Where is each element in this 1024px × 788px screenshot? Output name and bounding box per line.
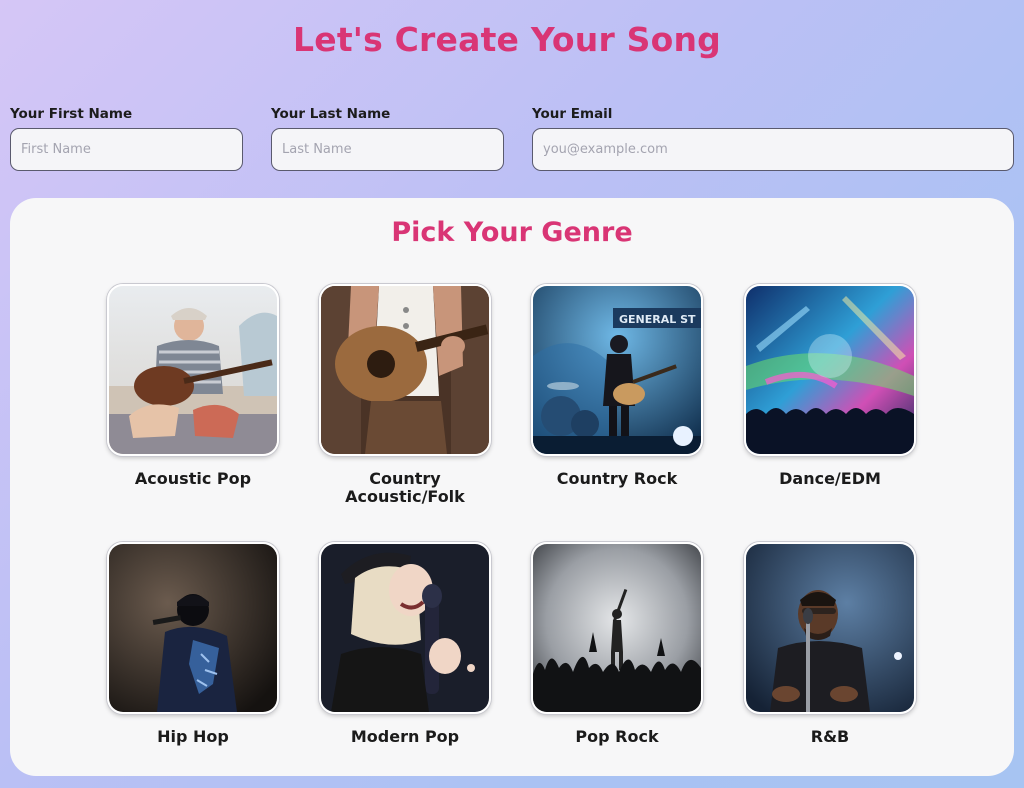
genre-label: Pop Rock [575,727,659,746]
genre-section-title: Pick Your Genre [391,217,633,248]
email-field: Your Email [532,106,1014,171]
genre-card-country-rock[interactable]: GENERAL ST Country Rock [531,284,703,488]
first-name-input[interactable] [10,128,243,171]
hip-hop-image [107,542,279,714]
last-name-label: Your Last Name [271,106,391,122]
email-input[interactable] [532,128,1014,171]
country-rock-image: GENERAL ST [531,284,703,456]
page-title: Let's Create Your Song [293,20,721,59]
genre-label: Country Rock [556,469,678,488]
genre-card-r-and-b[interactable]: R&B [744,542,916,746]
genre-label: R&B [810,727,850,746]
acoustic-pop-image [107,284,279,456]
genre-card-dance-edm[interactable]: Dance/EDM [744,284,916,488]
pop-rock-image [531,542,703,714]
genre-card-acoustic-pop[interactable]: Acoustic Pop [107,284,279,488]
genre-card-hip-hop[interactable]: Hip Hop [107,542,279,746]
modern-pop-image [319,542,491,714]
r-and-b-image [744,542,916,714]
svg-text:GENERAL ST: GENERAL ST [619,313,696,326]
last-name-field: Your Last Name [271,106,504,171]
dance-edm-image [744,284,916,456]
genre-panel: Pick Your Genre Acoustic Pop Country Aco… [10,198,1014,776]
genre-card-pop-rock[interactable]: Pop Rock [531,542,703,746]
genre-label: Hip Hop [157,727,229,746]
last-name-input[interactable] [271,128,504,171]
genre-card-modern-pop[interactable]: Modern Pop [319,542,491,746]
genre-card-country-acoustic-folk[interactable]: Country Acoustic/Folk [319,284,491,506]
genre-label: Acoustic Pop [134,469,252,488]
genre-label: Modern Pop [350,727,460,746]
genre-label: Country Acoustic/Folk [345,469,465,506]
genre-label: Dance/EDM [779,469,881,488]
email-label: Your Email [532,106,613,122]
first-name-field: Your First Name [10,106,243,171]
first-name-label: Your First Name [10,106,133,122]
country-acoustic-folk-image [319,284,491,456]
